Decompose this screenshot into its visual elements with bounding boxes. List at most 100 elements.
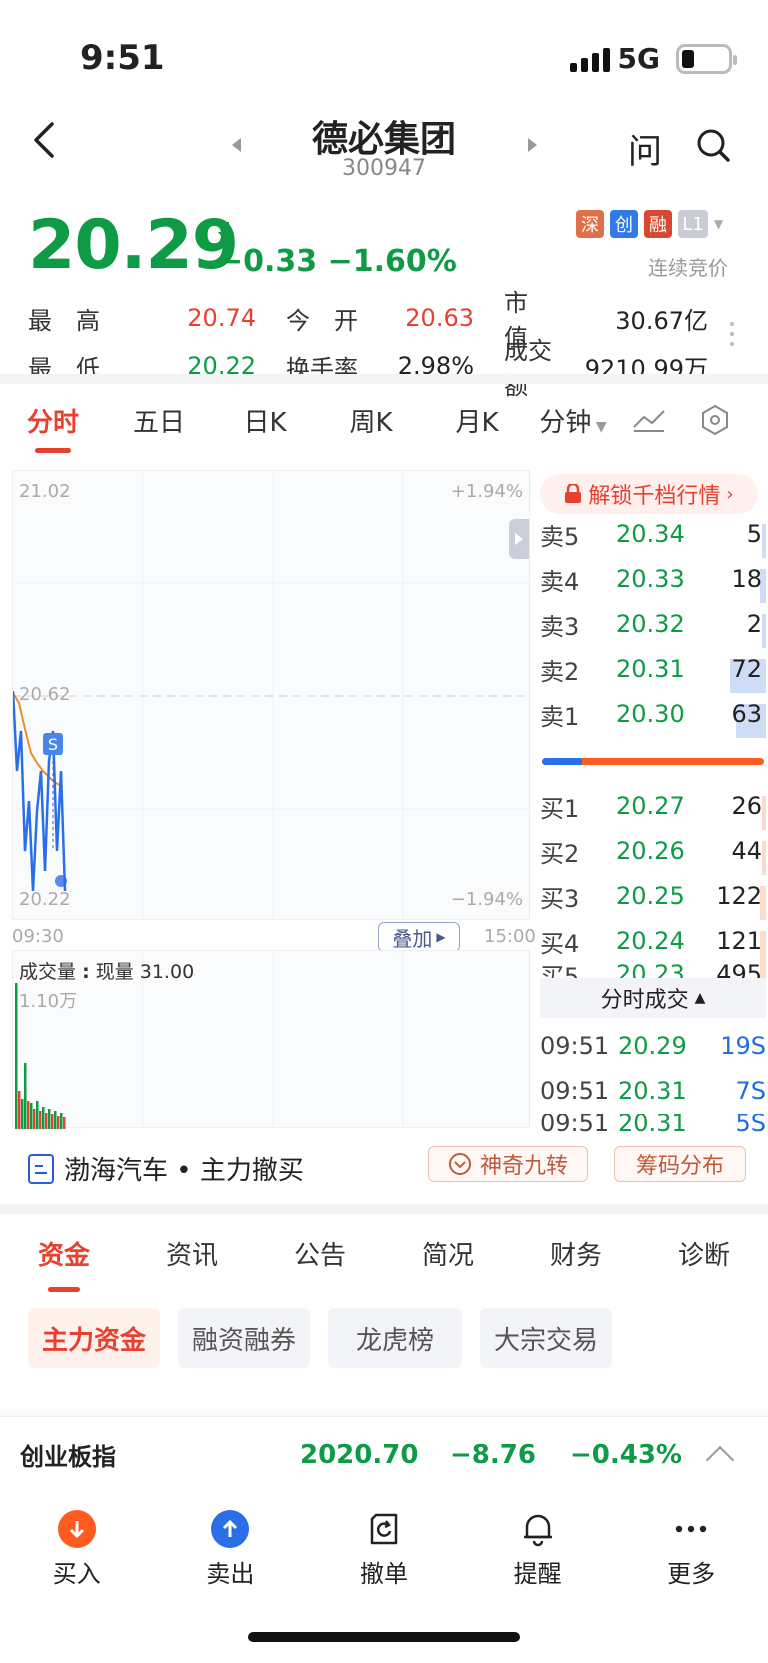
level-price: 20.31 [616,655,685,683]
divider [0,374,768,384]
ask-row[interactable]: 卖1 20.30 63 [540,692,766,738]
stat-value: 30.67亿 [615,306,708,335]
tab-intraday[interactable]: 分时 [0,402,106,439]
stat-label: 今 开 [286,306,358,335]
index-change: −8.76 [450,1439,536,1470]
level-qty: 72 [731,655,762,683]
news-icon [28,1153,54,1184]
status-time: 9:51 [80,38,165,78]
stat-value: 20.74 [187,304,256,332]
subtab-margin[interactable]: 融资融券 [178,1308,311,1368]
tab-news[interactable]: 资讯 [128,1226,256,1286]
tick-time: 09:51 [540,1032,610,1060]
overlay-button[interactable]: 叠加 ▶ [378,922,460,952]
tick-price: 20.31 [618,1077,687,1105]
level-qty: 44 [731,837,762,865]
battery-icon [676,44,737,74]
chart-mid-label: 20.62 [19,684,71,705]
level-qty: 18 [731,565,762,593]
level-qty: 5 [746,520,762,548]
more-button[interactable]: 更多 [614,1494,768,1604]
market-badge: 创 [610,210,638,238]
bid-row[interactable]: 买4 20.24 121 [540,919,766,965]
stat-value: 20.63 [405,304,474,332]
indicator-icon[interactable] [616,407,682,433]
tab-daily-k[interactable]: 日K [212,402,318,439]
chart-tabs: 分时 五日 日K 周K 月K 分钟 ▼ [0,392,768,448]
subtab-block-trade[interactable]: 大宗交易 [480,1308,613,1368]
tick-time: 09:51 [540,1114,610,1132]
ask-row[interactable]: 卖3 20.32 2 [540,602,766,648]
tick-volume: 19S [720,1032,766,1060]
tab-diagnosis[interactable]: 诊断 [640,1226,768,1286]
expand-handle[interactable] [509,519,529,559]
tab-monthly-k[interactable]: 月K [424,402,530,439]
tick-price: 20.31 [618,1114,687,1132]
caret-down-icon[interactable]: ▼ [714,210,728,238]
news-strip[interactable]: 渤海汽车 • 主力撤买 [28,1150,304,1187]
tab-profile[interactable]: 简况 [384,1226,512,1286]
stat-label: 最 高 [28,306,100,335]
index-bar[interactable]: 创业板指 2020.70 −8.76 −0.43% [0,1416,768,1492]
bid-row[interactable]: 买3 20.25 122 [540,874,766,920]
level-qty: 121 [716,927,762,955]
market-badge: L1 [678,210,708,238]
sell-button[interactable]: 卖出 [154,1494,308,1604]
tab-funds[interactable]: 资金 [0,1226,128,1286]
arrow-down-icon [218,222,234,244]
tab-finance[interactable]: 财务 [512,1226,640,1286]
ask-row[interactable]: 卖2 20.31 72 [540,647,766,693]
tab-minute[interactable]: 分钟 ▼ [530,402,616,439]
tick-time: 09:51 [540,1077,610,1105]
magic-nine-button[interactable]: 神奇九转 [428,1146,588,1182]
bell-icon [519,1510,557,1548]
level-label: 买2 [540,839,580,868]
chevron-up-icon[interactable] [705,1445,735,1474]
search-icon[interactable] [696,128,730,162]
subtab-main-funds[interactable]: 主力资金 [28,1308,161,1368]
bid-row[interactable]: 买1 20.27 26 [540,784,766,830]
ask-row[interactable]: 卖4 20.33 18 [540,557,766,603]
section-tabs: 资金 资讯 公告 简况 财务 诊断 [0,1226,768,1286]
chart-low-label: 20.22 [19,889,71,910]
tick-row: 09:51 20.31 5S [540,1114,766,1132]
chart-start-time: 09:30 [12,926,64,947]
settings-hex-icon[interactable] [682,404,748,436]
unlock-depth-button[interactable]: 解锁千档行情 › [540,474,758,514]
tab-announcements[interactable]: 公告 [256,1226,384,1286]
level-label: 卖3 [540,612,580,641]
level-price: 20.27 [616,792,685,820]
cancel-order-button[interactable]: 撤单 [307,1494,461,1604]
chip-distribution-button[interactable]: 筹码分布 [614,1146,746,1182]
intraday-chart[interactable]: 21.02 +1.94% 20.62 20.22 −1.94% S [12,470,531,921]
chart-end-time: 15:00 [484,926,536,947]
volume-chart[interactable]: 成交量 : 现量 31.00 1.10万 [12,950,530,1129]
subtab-dragon-tiger[interactable]: 龙虎榜 [328,1308,463,1368]
more-dots-icon[interactable] [730,322,736,346]
lock-icon [565,484,582,503]
index-change-pct: −0.43% [570,1439,682,1470]
market-badge: 融 [644,210,672,238]
chart-high-pct: +1.94% [450,481,523,502]
buy-icon [57,1509,96,1548]
ask-row[interactable]: 卖5 20.34 5 [540,512,766,558]
market-badge: 深 [576,210,604,238]
chevron-circle-icon [448,1153,471,1175]
market-badges[interactable]: 深创融 L1 ▼ [576,210,728,238]
tab-weekly-k[interactable]: 周K [318,402,424,439]
bid-row[interactable]: 买2 20.26 44 [540,829,766,875]
price-line [13,690,67,892]
sell-marker[interactable]: S [43,733,63,755]
buy-button[interactable]: 买入 [0,1494,154,1604]
level-price: 20.33 [616,565,685,593]
ticks-header[interactable]: 分时成交 ▲ [540,978,766,1018]
tick-row: 09:51 20.31 7S [540,1069,766,1113]
network-type: 5G [617,42,660,75]
alert-button[interactable]: 提醒 [461,1494,615,1604]
next-stock-icon[interactable] [528,138,537,152]
tab-five-day[interactable]: 五日 [106,402,212,439]
level-price: 20.24 [616,927,685,955]
home-indicator[interactable] [248,1632,520,1642]
price-change: −0.33 −1.60% [218,244,457,279]
ask-button[interactable]: 问 [628,124,662,173]
